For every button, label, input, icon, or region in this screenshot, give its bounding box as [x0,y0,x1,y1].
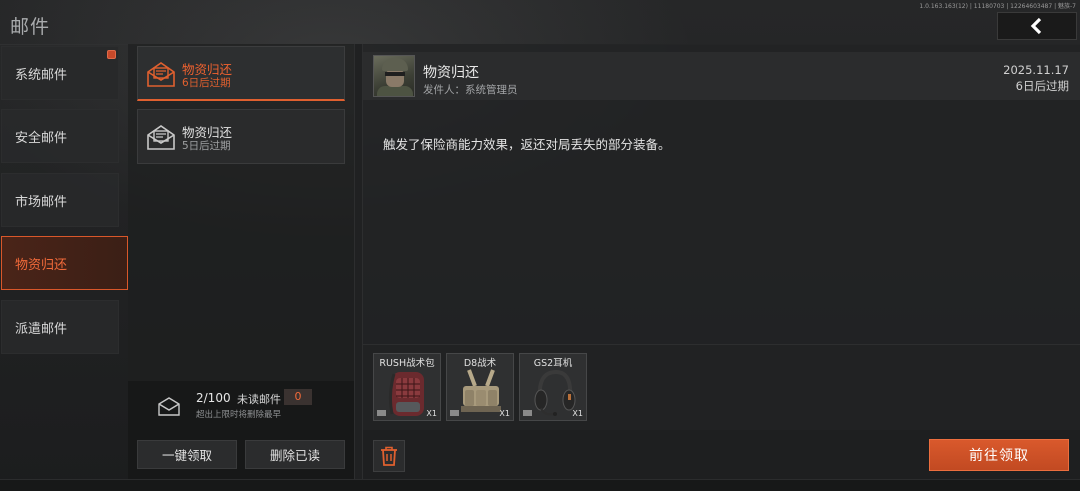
open-envelope-icon [147,125,175,150]
item-chip-icon [523,410,532,416]
item-name: D8战术 [463,358,497,369]
attachment-item[interactable]: RUSH战术包 X1 [373,353,441,421]
category-market-mail[interactable]: 市场邮件 [1,173,119,227]
attachment-item[interactable]: D8战术 X1 [446,353,514,421]
category-label: 物资归还 [15,257,68,273]
category-label: 系统邮件 [15,67,68,83]
attachment-item[interactable]: GS2耳机 X1 [519,353,587,421]
item-quantity: X1 [426,409,437,418]
chevron-left-icon [1030,17,1042,35]
mail-detail-title: 物资归还 [423,65,479,81]
trash-icon [381,446,397,466]
category-sidebar: 系统邮件 安全邮件 市场邮件 物资归还 派遣邮件 [0,44,128,479]
item-name: GS2耳机 [533,358,573,369]
mail-count: 2/100 [196,391,231,405]
category-label: 派遣邮件 [15,321,68,337]
bottom-bar [0,479,1080,491]
mail-list: 物资归还 6日后过期 物资归还 5日后过期 2/100 未读邮件 0 超出上限时… [128,44,354,479]
mail-sender: 发件人：系统管理员 [423,84,518,96]
category-security-mail[interactable]: 安全邮件 [1,109,119,163]
item-quantity: X1 [572,409,583,418]
open-envelope-icon [147,62,175,87]
category-system-mail[interactable]: 系统邮件 [1,46,119,100]
item-chip-icon [377,410,386,416]
category-dispatch-mail[interactable]: 派遣邮件 [1,300,119,354]
limit-note: 超出上限时将删除最早 [196,410,282,420]
top-bar: 邮件 1.0.163.163(12) | 11180703 | 12264603… [0,0,1080,46]
version-info: 1.0.163.163(12) | 11180703 | 12264603487… [919,3,1076,10]
unread-label: 未读邮件 [237,393,281,406]
mail-list-item[interactable]: 物资归还 5日后过期 [137,109,345,164]
mail-detail-header: 物资归还 发件人：系统管理员 2025.11.17 6日后过期 [363,52,1080,100]
back-button[interactable] [997,12,1077,40]
delete-mail-button[interactable] [373,440,405,472]
notification-dot [107,50,116,59]
category-label: 市场邮件 [15,194,68,210]
delete-read-button[interactable]: 删除已读 [245,440,345,469]
category-label: 安全邮件 [15,130,68,146]
sender-avatar [373,55,415,97]
mail-detail: 物资归还 发件人：系统管理员 2025.11.17 6日后过期 触发了保险商能力… [363,44,1080,479]
page-title: 邮件 [10,16,51,38]
go-claim-button[interactable]: 前往领取 [929,439,1069,471]
mail-date: 2025.11.17 [1003,63,1069,77]
item-chip-icon [450,410,459,416]
detail-actions: 前往领取 [363,430,1080,479]
mailbox-footer: 2/100 未读邮件 0 超出上限时将删除最早 一键领取 删除已读 [128,381,354,479]
panel-divider [354,44,363,479]
mail-list-item[interactable]: 物资归还 6日后过期 [137,46,345,101]
mail-expire: 6日后过期 [1015,79,1069,93]
mail-expiry: 5日后过期 [182,140,231,152]
claim-all-button[interactable]: 一键领取 [137,440,237,469]
category-supply-return[interactable]: 物资归还 [1,236,128,290]
mail-expiry: 6日后过期 [182,77,231,89]
mail-body: 触发了保险商能力效果，返还对局丢失的部分装备。 [383,137,671,152]
mailbox-icon [158,397,180,416]
item-quantity: X1 [499,409,510,418]
attachment-bar: RUSH战术包 X1 D8战术 X1 GS2耳机 X1 [363,344,1080,430]
unread-count-badge: 0 [284,389,312,405]
item-name: RUSH战术包 [379,358,435,369]
